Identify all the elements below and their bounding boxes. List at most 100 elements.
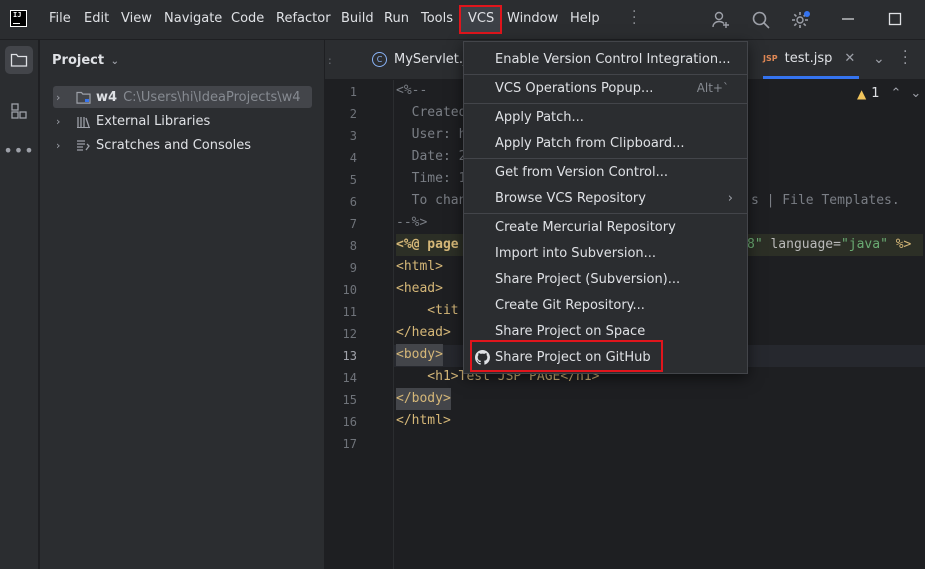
code-line-fragment: 8" language="java" %> xyxy=(747,237,912,252)
more-options-icon[interactable]: · · · xyxy=(903,45,907,71)
settings-gear-icon[interactable] xyxy=(790,10,812,30)
code-line: --%> xyxy=(396,215,428,230)
chevron-right-icon[interactable]: › xyxy=(56,115,68,128)
menu-view[interactable]: View xyxy=(121,11,152,26)
more-menu-icon[interactable]: · · · xyxy=(632,5,636,31)
code-line: </head> xyxy=(396,325,451,340)
structure-tool-button[interactable] xyxy=(5,97,33,125)
warning-count: 1 xyxy=(871,86,880,101)
search-icon[interactable] xyxy=(751,10,771,30)
tree-item-label: Scratches and Consoles xyxy=(96,137,252,153)
menu-item-import-into-subversion[interactable]: Import into Subversion... xyxy=(464,240,747,266)
library-icon xyxy=(77,116,90,128)
menu-item-browse-vcs-repository[interactable]: Browse VCS Repository › xyxy=(464,185,747,211)
menu-build[interactable]: Build xyxy=(341,11,374,26)
tab-test-jsp[interactable]: JSP test.jsp ✕ xyxy=(763,40,859,79)
tool-window-strip: ••• xyxy=(0,40,39,569)
tree-item-external-libraries[interactable]: › External Libraries xyxy=(53,110,312,132)
inspection-widget[interactable]: ▲ 1 ⌃ ⌄ xyxy=(857,86,921,101)
menu-item-apply-patch-clipboard[interactable]: Apply Patch from Clipboard... xyxy=(464,130,747,156)
tab-label: test.jsp xyxy=(784,50,833,66)
menu-item-get-from-vcs[interactable]: Get from Version Control... xyxy=(464,159,747,185)
line-number: 17 xyxy=(342,437,357,451)
project-panel-title[interactable]: Project ⌄ xyxy=(52,53,119,68)
menu-code[interactable]: Code xyxy=(231,11,264,26)
more-tools-icon[interactable]: ••• xyxy=(3,136,33,164)
line-number: 4 xyxy=(349,151,357,165)
menu-item-share-project-subversion[interactable]: Share Project (Subversion)... xyxy=(464,266,747,292)
menu-item-apply-patch[interactable]: Apply Patch... xyxy=(464,104,747,130)
menu-edit[interactable]: Edit xyxy=(84,11,109,26)
code-line: <head> xyxy=(396,281,443,296)
line-number: 6 xyxy=(349,195,357,209)
github-item-highlight xyxy=(470,340,663,372)
code-line: <%-- xyxy=(396,83,428,98)
menu-vcs[interactable]: VCS xyxy=(468,11,494,26)
module-folder-icon xyxy=(76,91,91,104)
warning-icon: ▲ xyxy=(857,86,867,101)
line-number: 15 xyxy=(342,393,357,407)
tree-item-module-w4[interactable]: › w4 C:\Users\hi\IdeaProjects\w4 xyxy=(53,86,312,108)
maximize-icon[interactable] xyxy=(888,12,902,26)
tree-item-scratches[interactable]: › Scratches and Consoles xyxy=(53,134,312,156)
menu-tools[interactable]: Tools xyxy=(421,11,453,26)
code-line: <tit xyxy=(396,303,459,318)
menu-help[interactable]: Help xyxy=(570,11,600,26)
tab-scroll-edge: : xyxy=(328,54,332,67)
line-number: 9 xyxy=(349,261,357,275)
class-icon: C xyxy=(372,52,387,67)
line-number: 12 xyxy=(342,327,357,341)
project-tool-button[interactable] xyxy=(5,46,33,74)
line-number: 16 xyxy=(342,415,357,429)
line-number: 14 xyxy=(342,371,357,385)
submenu-arrow-icon: › xyxy=(727,190,733,206)
chevron-down-icon[interactable]: ⌄ xyxy=(910,86,921,101)
shortcut-label: Alt+` xyxy=(696,81,729,95)
code-line-fragment: s | File Templates. xyxy=(751,193,900,208)
project-panel: Project ⌄ › w4 C:\Users\hi\IdeaProjects\… xyxy=(40,40,325,569)
jsp-icon: JSP xyxy=(763,53,778,63)
tree-item-label: w4 xyxy=(96,89,118,105)
code-line: User: h xyxy=(396,127,467,142)
line-number: 5 xyxy=(349,173,357,187)
code-line: <html> xyxy=(396,259,443,274)
code-line: <body> xyxy=(396,344,443,366)
minimize-icon[interactable] xyxy=(841,12,855,26)
intellij-logo-icon[interactable]: IJ xyxy=(10,10,27,27)
tab-list-chevron-icon[interactable]: ⌄ xyxy=(873,51,885,67)
line-number: 11 xyxy=(342,305,357,319)
menu-item-enable-vcs-integration[interactable]: Enable Version Control Integration... xyxy=(464,46,747,72)
menu-item-vcs-operations-popup[interactable]: VCS Operations Popup... Alt+` xyxy=(464,75,747,101)
line-number: 8 xyxy=(349,239,357,253)
line-number: 2 xyxy=(349,107,357,121)
vcs-dropdown-menu: Enable Version Control Integration... VC… xyxy=(463,41,748,374)
add-user-icon[interactable] xyxy=(711,10,731,30)
menu-window[interactable]: Window xyxy=(507,11,558,26)
line-number-current: 13 xyxy=(342,349,357,363)
close-tab-icon[interactable]: ✕ xyxy=(844,51,855,66)
code-line: </html> xyxy=(396,413,451,428)
menu-file[interactable]: File xyxy=(49,11,71,26)
line-number: 1 xyxy=(349,85,357,99)
main-menu-bar: IJ File Edit View Navigate Code Refactor… xyxy=(0,0,925,40)
menu-item-create-mercurial-repository[interactable]: Create Mercurial Repository xyxy=(464,214,747,240)
chevron-right-icon[interactable]: › xyxy=(56,91,68,104)
tree-item-path: C:\Users\hi\IdeaProjects\w4 xyxy=(123,89,301,105)
menu-refactor[interactable]: Refactor xyxy=(276,11,331,26)
code-line: Date: 2 xyxy=(396,149,467,164)
chevron-up-icon[interactable]: ⌃ xyxy=(891,86,902,101)
menu-navigate[interactable]: Navigate xyxy=(164,11,222,26)
code-line: To chan xyxy=(396,193,467,208)
code-line: Time: 1 xyxy=(396,171,467,186)
tree-item-label: External Libraries xyxy=(96,113,211,129)
line-number: 3 xyxy=(349,129,357,143)
structure-icon xyxy=(11,103,27,119)
chevron-right-icon[interactable]: › xyxy=(56,139,68,152)
line-number-gutter: 1 2 3 4 5 6 7 8 9 10 11 12 13 14 15 16 1… xyxy=(325,80,394,569)
menu-item-create-git-repository[interactable]: Create Git Repository... xyxy=(464,292,747,318)
project-folder-icon xyxy=(10,53,28,67)
tab-myservlet[interactable]: C MyServlet.j xyxy=(372,40,467,79)
line-number: 7 xyxy=(349,217,357,231)
code-line: Created xyxy=(396,105,467,120)
menu-run[interactable]: Run xyxy=(384,11,409,26)
